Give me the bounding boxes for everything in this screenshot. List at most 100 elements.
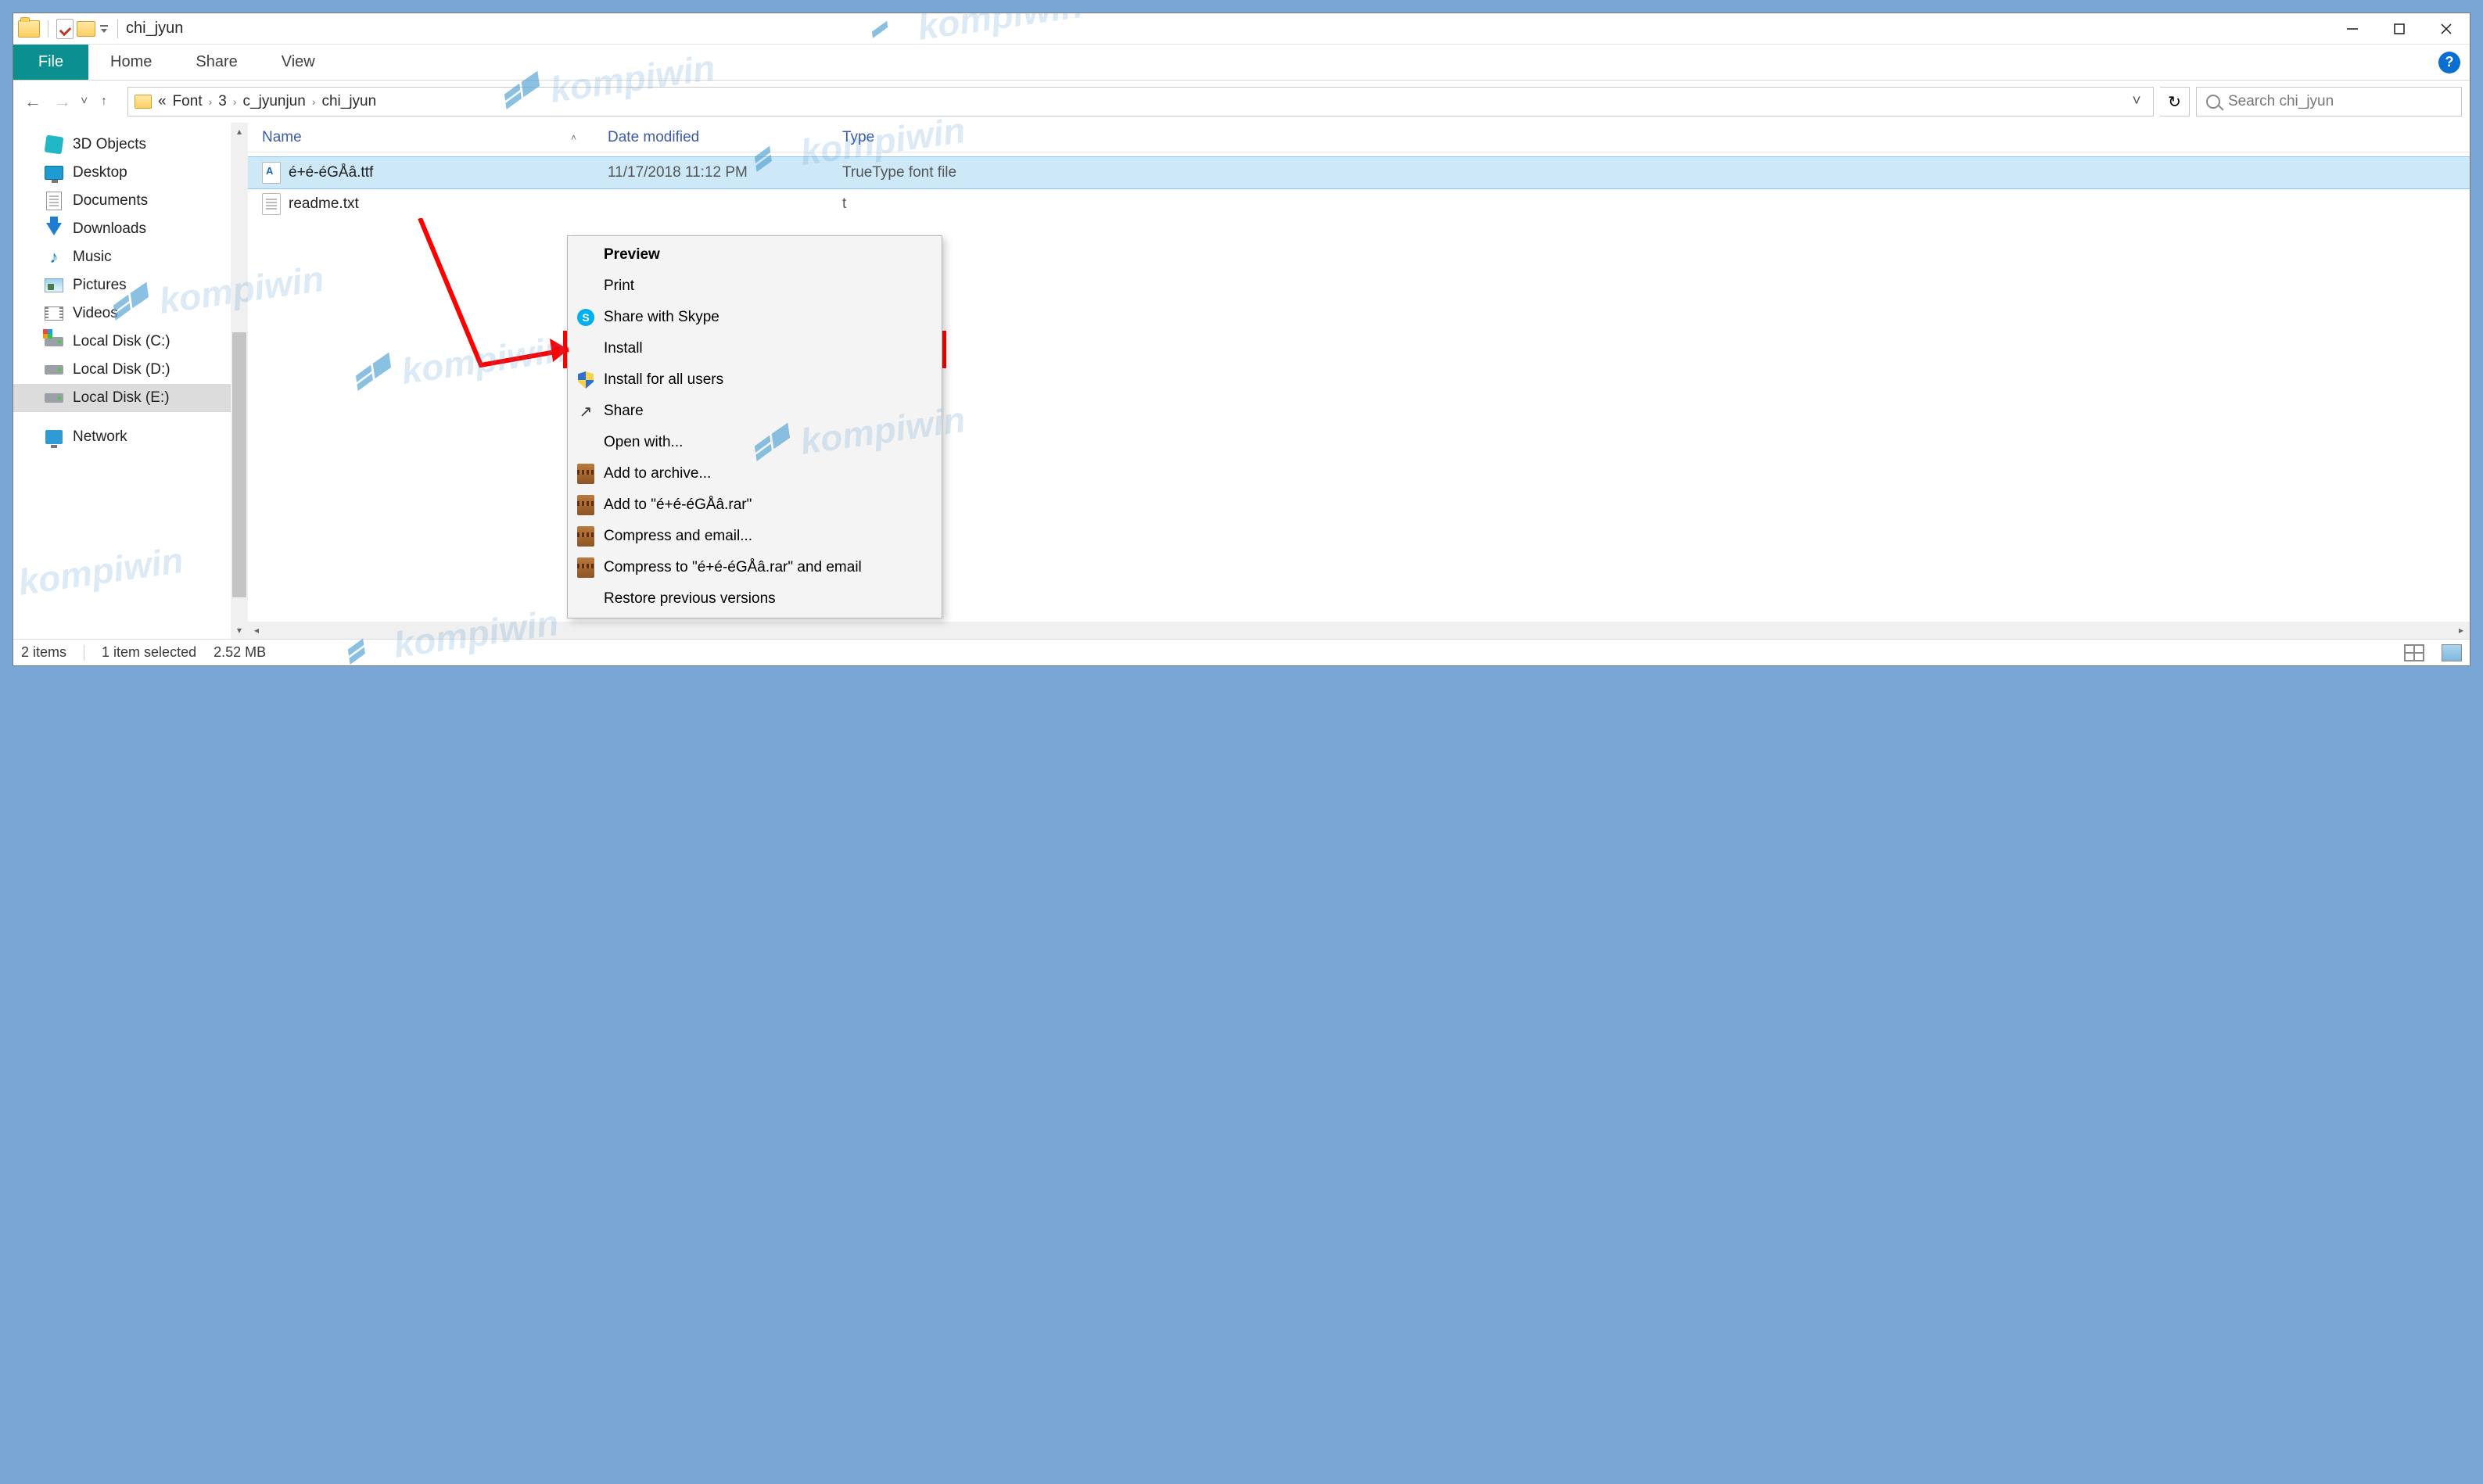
context-menu-item[interactable]: Install bbox=[568, 333, 942, 364]
rar-icon bbox=[576, 495, 596, 515]
nav-item-cdrive[interactable]: Local Disk (C:) bbox=[13, 328, 231, 356]
context-menu-item[interactable]: S Share with Skype bbox=[568, 302, 942, 333]
file-type: t bbox=[842, 195, 2470, 213]
nav-item-ddrive[interactable]: Local Disk (D:) bbox=[13, 356, 231, 384]
context-menu: Preview Print S Share with Skype Install Inst… bbox=[567, 235, 942, 618]
desktop-icon bbox=[45, 163, 63, 182]
qat-newfolder-icon[interactable] bbox=[77, 21, 95, 37]
skype-icon: S bbox=[576, 307, 596, 328]
explorer-window: kompiwin kompiwin kompiwin kompiwin komp… bbox=[13, 13, 2470, 666]
chevron-right-icon[interactable]: › bbox=[209, 95, 213, 108]
nav-scrollbar[interactable]: ▴ ▾ bbox=[231, 123, 248, 639]
context-menu-item[interactable]: Print bbox=[568, 271, 942, 302]
help-icon[interactable]: ? bbox=[2438, 52, 2460, 73]
column-type[interactable]: Type bbox=[842, 129, 2470, 146]
context-menu-label: Share with Skype bbox=[604, 309, 719, 326]
pictures-icon bbox=[45, 276, 63, 295]
back-button[interactable]: ← bbox=[21, 90, 45, 113]
column-headers: Name˄ Date modified Type bbox=[248, 123, 2470, 152]
nav-item-label: Documents bbox=[73, 192, 148, 210]
folder-icon bbox=[18, 20, 40, 38]
context-menu-item[interactable]: Install for all users bbox=[568, 364, 942, 396]
address-dropdown-icon[interactable]: ˅ bbox=[2126, 93, 2147, 110]
scroll-down-icon[interactable]: ▾ bbox=[231, 622, 248, 639]
nav-item-label: Network bbox=[73, 428, 127, 446]
scroll-up-icon[interactable]: ▴ bbox=[231, 123, 248, 140]
nav-item-desktop[interactable]: Desktop bbox=[13, 159, 231, 187]
nav-item-documents[interactable]: Documents bbox=[13, 187, 231, 215]
search-input[interactable]: Search chi_jyun bbox=[2196, 87, 2462, 116]
maximize-button[interactable] bbox=[2376, 13, 2423, 45]
context-menu-item[interactable]: Add to "é+é-éGÅâ.rar" bbox=[568, 489, 942, 521]
context-menu-item[interactable]: Preview bbox=[568, 239, 942, 271]
chevron-right-icon[interactable]: › bbox=[312, 95, 316, 108]
scroll-left-icon[interactable]: ◂ bbox=[248, 625, 265, 636]
refresh-button[interactable]: ↻ bbox=[2160, 87, 2190, 116]
cdrive-icon bbox=[45, 332, 63, 351]
nav-item-downloads[interactable]: Downloads bbox=[13, 215, 231, 243]
nav-item-label: Local Disk (E:) bbox=[73, 389, 170, 407]
music-icon: ♪ bbox=[45, 248, 63, 267]
scroll-thumb[interactable] bbox=[232, 332, 246, 597]
file-row[interactable]: readme.txtt bbox=[248, 188, 2470, 220]
nav-item-music[interactable]: ♪Music bbox=[13, 243, 231, 271]
forward-button[interactable]: → bbox=[51, 90, 74, 113]
nav-item-videos[interactable]: Videos bbox=[13, 299, 231, 328]
ribbon-file-tab[interactable]: File bbox=[13, 45, 88, 80]
chevron-right-icon[interactable]: › bbox=[233, 95, 237, 108]
scroll-right-icon[interactable]: ▸ bbox=[2453, 625, 2470, 636]
content-scrollbar[interactable]: ◂ ▸ bbox=[248, 622, 2470, 639]
ribbon-share-tab[interactable]: Share bbox=[174, 45, 259, 80]
videos-icon bbox=[45, 304, 63, 323]
nav-item-3d[interactable]: 3D Objects bbox=[13, 131, 231, 159]
breadcrumb-item[interactable]: 3 bbox=[218, 93, 227, 110]
share-icon: ↗ bbox=[576, 401, 596, 421]
view-large-icon[interactable] bbox=[2442, 644, 2462, 661]
search-icon bbox=[2206, 95, 2220, 109]
explorer-body: 3D Objects Desktop Documents Downloads♪Musi… bbox=[13, 123, 2470, 639]
breadcrumb-item[interactable]: c_jyunjun bbox=[243, 93, 306, 110]
rar-icon bbox=[576, 464, 596, 484]
minimize-button[interactable] bbox=[2329, 13, 2376, 45]
ribbon: File Home Share View ? bbox=[13, 45, 2470, 81]
qat-dropdown-icon[interactable] bbox=[99, 25, 109, 33]
nav-item-label: Local Disk (C:) bbox=[73, 333, 170, 350]
nav-item-label: Desktop bbox=[73, 164, 127, 181]
breadcrumb-item[interactable]: Font bbox=[173, 93, 203, 110]
context-menu-label: Restore previous versions bbox=[604, 590, 776, 608]
ribbon-home-tab[interactable]: Home bbox=[88, 45, 174, 80]
context-menu-item[interactable]: Open with... bbox=[568, 427, 942, 458]
navigation-pane: 3D Objects Desktop Documents Downloads♪Musi… bbox=[13, 123, 248, 639]
context-menu-label: Preview bbox=[604, 246, 660, 263]
column-name[interactable]: Name˄ bbox=[248, 129, 608, 146]
context-menu-item[interactable]: ↗Share bbox=[568, 396, 942, 427]
nav-item-network[interactable]: Network bbox=[13, 423, 231, 451]
up-button[interactable]: ↑ bbox=[101, 95, 121, 109]
status-item-count: 2 items bbox=[21, 644, 66, 661]
nav-item-edrive[interactable]: Local Disk (E:) bbox=[13, 384, 231, 412]
folder-icon bbox=[135, 95, 152, 109]
view-details-icon[interactable] bbox=[2404, 644, 2424, 661]
context-menu-item[interactable]: Add to archive... bbox=[568, 458, 942, 489]
nav-item-label: Local Disk (D:) bbox=[73, 361, 170, 378]
nav-item-label: Videos bbox=[73, 305, 118, 322]
network-icon bbox=[45, 428, 63, 446]
file-date: 11/17/2018 11:12 PM bbox=[608, 164, 842, 181]
separator bbox=[117, 20, 118, 38]
status-size: 2.52 MB bbox=[213, 644, 266, 661]
breadcrumb-item[interactable]: chi_jyun bbox=[321, 93, 376, 110]
text-file-icon bbox=[262, 193, 281, 215]
column-date[interactable]: Date modified bbox=[608, 129, 842, 146]
context-menu-item[interactable]: Compress to "é+é-éGÅâ.rar" and email bbox=[568, 552, 942, 583]
context-menu-label: Compress and email... bbox=[604, 528, 752, 545]
context-menu-label: Install for all users bbox=[604, 371, 723, 389]
context-menu-item[interactable]: Compress and email... bbox=[568, 521, 942, 552]
nav-item-pictures[interactable]: Pictures bbox=[13, 271, 231, 299]
ribbon-view-tab[interactable]: View bbox=[260, 45, 337, 80]
context-menu-item[interactable]: Restore previous versions bbox=[568, 583, 942, 615]
history-dropdown[interactable]: ˅ bbox=[81, 95, 95, 109]
qat-properties-icon[interactable] bbox=[56, 19, 74, 39]
close-button[interactable] bbox=[2423, 13, 2470, 45]
address-bar[interactable]: « Font › 3 › c_jyunjun › chi_jyun ˅ bbox=[127, 87, 2154, 116]
file-row[interactable]: é+é-éGÅâ.ttf11/17/2018 11:12 PMTrueType … bbox=[248, 157, 2470, 188]
